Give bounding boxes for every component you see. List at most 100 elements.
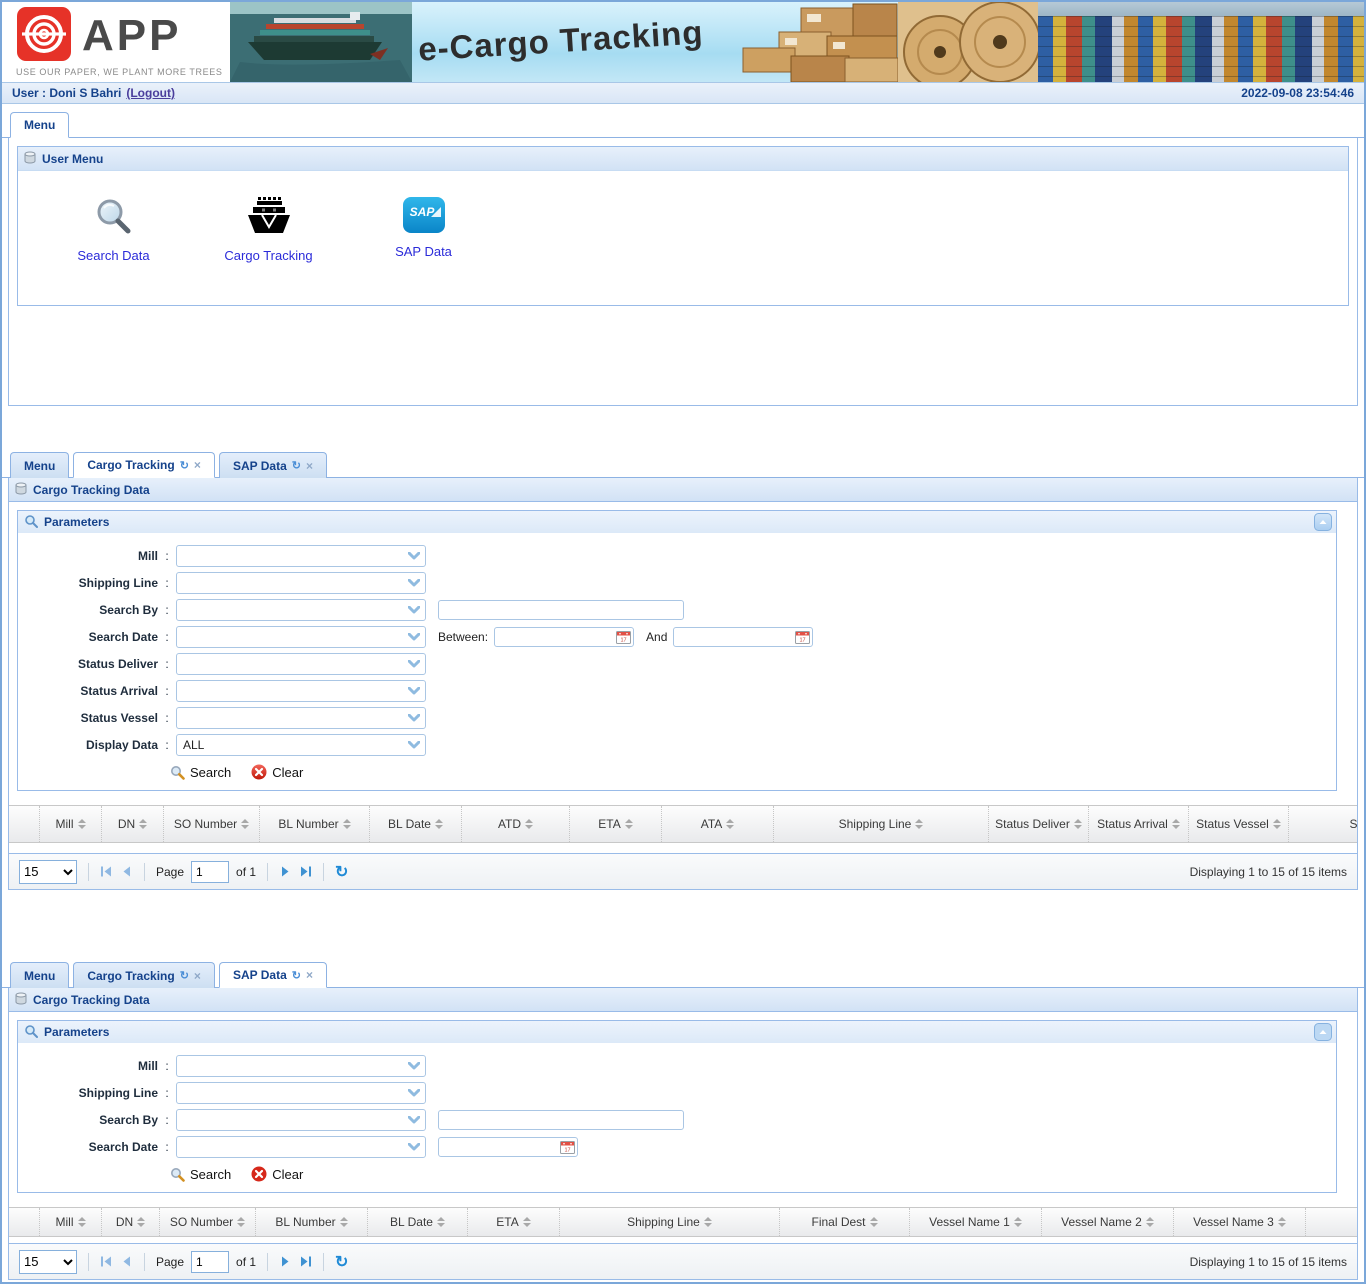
shipping-line-combo[interactable] xyxy=(176,572,426,594)
refresh-tab-icon[interactable]: ↻ xyxy=(292,459,301,472)
search-button[interactable]: Search xyxy=(170,1167,231,1182)
column-header-bl-date[interactable]: BL Date xyxy=(369,806,461,842)
search-date-combo[interactable] xyxy=(176,1136,426,1158)
column-header-shipping-line[interactable]: Shipping Line xyxy=(773,806,988,842)
menu-item-label[interactable]: SAP Data xyxy=(395,244,452,259)
tab-menu[interactable]: Menu xyxy=(10,962,69,988)
chevron-down-icon[interactable] xyxy=(403,1089,425,1097)
page-number-input[interactable] xyxy=(191,861,229,883)
menu-item-label[interactable]: Cargo Tracking xyxy=(224,248,312,263)
search-by-combo[interactable] xyxy=(176,599,426,621)
chevron-down-icon[interactable] xyxy=(403,1116,425,1124)
column-header-so-number[interactable]: SO Number xyxy=(159,1208,255,1236)
menu-item-label[interactable]: Search Data xyxy=(77,248,149,263)
close-tab-icon[interactable]: × xyxy=(306,459,313,473)
chevron-down-icon[interactable] xyxy=(403,1143,425,1151)
menu-item-cargo-tracking[interactable]: Cargo Tracking xyxy=(191,197,346,263)
tab-sap-data[interactable]: SAP Data ↻ × xyxy=(219,962,327,988)
page-number-input[interactable] xyxy=(191,1251,229,1273)
tab-menu[interactable]: Menu xyxy=(10,452,69,478)
chevron-down-icon[interactable] xyxy=(403,552,425,560)
menu-item-sap-data[interactable]: SAP SAP Data xyxy=(346,197,501,263)
refresh-tab-icon[interactable]: ↻ xyxy=(180,459,189,472)
chevron-down-icon[interactable] xyxy=(403,1062,425,1070)
column-header-bl-number[interactable]: BL Number xyxy=(259,806,369,842)
chevron-down-icon[interactable] xyxy=(403,660,425,668)
search-date-combo[interactable] xyxy=(176,626,426,648)
refresh-tab-icon[interactable]: ↻ xyxy=(180,969,189,982)
column-header-vessel-name-2[interactable]: Vessel Name 2 xyxy=(1041,1208,1173,1236)
search-button[interactable]: Search xyxy=(170,765,231,780)
chevron-down-icon[interactable] xyxy=(403,687,425,695)
date-to-field[interactable]: 17 xyxy=(673,627,813,647)
column-header-eta[interactable]: ETA xyxy=(467,1208,559,1236)
search-by-combo[interactable] xyxy=(176,1109,426,1131)
page-size-select[interactable]: 15 xyxy=(19,1250,77,1274)
column-header-ata[interactable]: ATA xyxy=(661,806,773,842)
column-header-mill[interactable]: Mill xyxy=(39,1208,101,1236)
column-header-eta[interactable]: ETA xyxy=(569,806,661,842)
column-header-status-arrival[interactable]: Status Arrival xyxy=(1088,806,1188,842)
refresh-tab-icon[interactable]: ↻ xyxy=(292,969,301,982)
column-header-vessel-name-1[interactable]: Vessel Name 1 xyxy=(909,1208,1041,1236)
search-by-input[interactable] xyxy=(438,1110,684,1130)
column-header-shipping-line[interactable]: Shipping Line xyxy=(559,1208,779,1236)
logout-link[interactable]: (Logout) xyxy=(126,86,175,100)
close-tab-icon[interactable]: × xyxy=(194,458,201,472)
close-tab-icon[interactable]: × xyxy=(194,969,201,983)
shipping-line-combo[interactable] xyxy=(176,1082,426,1104)
calendar-icon[interactable]: 17 xyxy=(560,1140,575,1154)
date-field[interactable]: 17 xyxy=(438,1137,578,1157)
chevron-down-icon[interactable] xyxy=(403,714,425,722)
column-header-final-dest[interactable]: Final Dest xyxy=(779,1208,909,1236)
status-arrival-combo[interactable] xyxy=(176,680,426,702)
tab-sap-data[interactable]: SAP Data ↻ × xyxy=(219,452,327,478)
column-header-dn[interactable]: DN xyxy=(101,1208,159,1236)
page-size-select[interactable]: 15 xyxy=(19,860,77,884)
tab-cargo-tracking[interactable]: Cargo Tracking ↻ × xyxy=(73,962,215,988)
last-page-button[interactable] xyxy=(299,865,312,878)
column-header-atd[interactable]: ATD xyxy=(461,806,569,842)
column-header-status-vessel[interactable]: Status Vessel xyxy=(1188,806,1288,842)
date-from-field[interactable]: 17 xyxy=(494,627,634,647)
chevron-down-icon[interactable] xyxy=(403,579,425,587)
next-page-button[interactable] xyxy=(279,1255,292,1268)
refresh-button[interactable]: ↻ xyxy=(335,1252,348,1272)
column-header-dn[interactable]: DN xyxy=(101,806,163,842)
date-from-input[interactable] xyxy=(494,627,634,647)
tab-menu[interactable]: Menu xyxy=(10,112,69,138)
chevron-down-icon[interactable] xyxy=(403,741,425,749)
last-page-button[interactable] xyxy=(299,1255,312,1268)
clear-button[interactable]: Clear xyxy=(251,1166,303,1182)
display-data-combo[interactable]: ALL xyxy=(176,734,426,756)
search-by-input[interactable] xyxy=(438,600,684,620)
first-page-button[interactable] xyxy=(100,865,113,878)
column-header-bl-date[interactable]: BL Date xyxy=(367,1208,467,1236)
column-header-status-deliver[interactable]: Status Deliver xyxy=(988,806,1088,842)
column-header-so-number[interactable]: SO Number xyxy=(163,806,259,842)
row-selector-column-header[interactable] xyxy=(9,1208,39,1236)
status-vessel-combo[interactable] xyxy=(176,707,426,729)
first-page-button[interactable] xyxy=(100,1255,113,1268)
calendar-icon[interactable]: 17 xyxy=(795,630,810,644)
prev-page-button[interactable] xyxy=(120,865,133,878)
mill-combo[interactable] xyxy=(176,545,426,567)
refresh-button[interactable]: ↻ xyxy=(335,862,348,882)
prev-page-button[interactable] xyxy=(120,1255,133,1268)
date-input[interactable] xyxy=(438,1137,578,1157)
collapse-button[interactable] xyxy=(1314,513,1332,531)
calendar-icon[interactable]: 17 xyxy=(616,630,631,644)
date-to-input[interactable] xyxy=(673,627,813,647)
next-page-button[interactable] xyxy=(279,865,292,878)
row-selector-column-header[interactable] xyxy=(9,806,39,842)
column-header-bl-number[interactable]: BL Number xyxy=(255,1208,367,1236)
mill-combo[interactable] xyxy=(176,1055,426,1077)
collapse-button[interactable] xyxy=(1314,1023,1332,1041)
clear-button[interactable]: Clear xyxy=(251,764,303,780)
menu-item-search-data[interactable]: Search Data xyxy=(36,197,191,263)
column-header-clipped[interactable]: Ve xyxy=(1305,1208,1357,1236)
close-tab-icon[interactable]: × xyxy=(306,968,313,982)
column-header-vessel-name-3[interactable]: Vessel Name 3 xyxy=(1173,1208,1305,1236)
column-header-mill[interactable]: Mill xyxy=(39,806,101,842)
chevron-down-icon[interactable] xyxy=(403,633,425,641)
